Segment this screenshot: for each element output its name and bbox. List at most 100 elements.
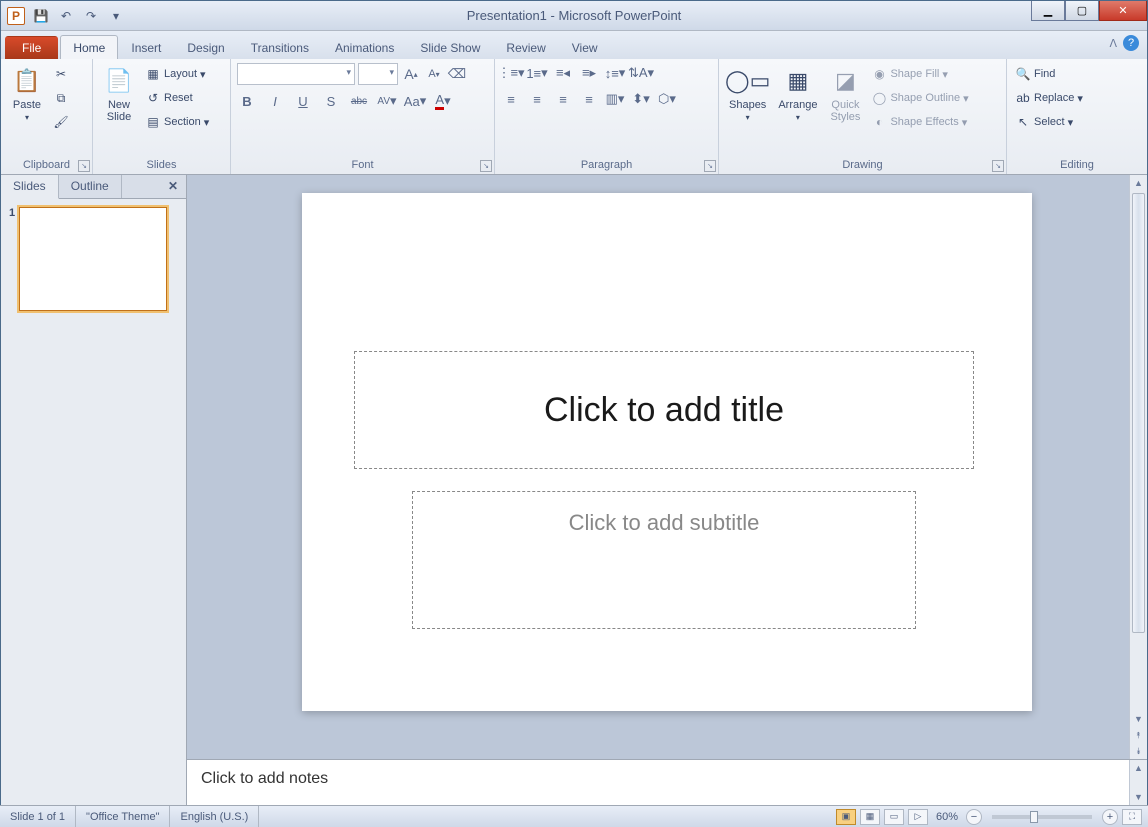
zoom-slider[interactable] — [992, 815, 1092, 819]
scroll-down-icon[interactable]: ▼ — [1130, 789, 1147, 805]
fit-to-window-button[interactable]: ⛶ — [1122, 809, 1142, 825]
font-size-combo[interactable] — [358, 63, 398, 85]
subtitle-placeholder[interactable]: Click to add subtitle — [412, 491, 916, 629]
copy-button[interactable]: ⧉ — [51, 87, 71, 109]
align-left-button[interactable]: ≡ — [501, 89, 521, 109]
text-direction-button[interactable]: ⇅A▾ — [631, 63, 651, 83]
arrange-button[interactable]: ▦Arrange▾ — [774, 63, 821, 124]
line-spacing-button[interactable]: ↕≡▾ — [605, 63, 625, 83]
minimize-ribbon-icon[interactable]: ᐱ — [1109, 37, 1117, 50]
notes-pane[interactable]: Click to add notes ▲ ▼ — [187, 759, 1147, 805]
justify-button[interactable]: ≡ — [579, 89, 599, 109]
numbering-button[interactable]: 1≡▾ — [527, 63, 547, 83]
shape-fill-button[interactable]: ◉Shape Fill ▾ — [869, 63, 970, 85]
align-text-button[interactable]: ⬍▾ — [631, 89, 651, 109]
columns-icon: ▥ — [606, 91, 618, 107]
zoom-out-button[interactable]: − — [966, 809, 982, 825]
format-painter-button[interactable]: 🖌 — [51, 111, 71, 133]
tab-home[interactable]: Home — [60, 35, 118, 59]
drawing-dialog-launcher[interactable]: ↘ — [992, 160, 1004, 172]
clipboard-dialog-launcher[interactable]: ↘ — [78, 160, 90, 172]
align-center-button[interactable]: ≡ — [527, 89, 547, 109]
close-button[interactable]: ✕ — [1099, 1, 1147, 21]
new-slide-button[interactable]: 📄 New Slide — [99, 63, 139, 125]
undo-button[interactable]: ↶ — [55, 5, 77, 27]
shadow-button[interactable]: S — [321, 91, 341, 111]
sidepane-tab-slides[interactable]: Slides — [1, 175, 59, 199]
tab-file[interactable]: File — [5, 36, 58, 59]
underline-button[interactable]: U — [293, 91, 313, 111]
char-spacing-button[interactable]: AV▾ — [377, 91, 397, 111]
slide-thumbnail[interactable] — [19, 207, 167, 311]
minimize-button[interactable]: ▁ — [1031, 1, 1065, 21]
tab-insert[interactable]: Insert — [118, 35, 174, 59]
tab-animations[interactable]: Animations — [322, 35, 407, 59]
qat-customize[interactable]: ▾ — [105, 5, 127, 27]
zoom-in-button[interactable]: + — [1102, 809, 1118, 825]
zoom-slider-thumb[interactable] — [1030, 811, 1038, 823]
grow-font-button[interactable]: A▴ — [401, 64, 421, 84]
tab-transitions[interactable]: Transitions — [238, 35, 322, 59]
maximize-button[interactable]: ▢ — [1065, 1, 1099, 21]
thumbnail-item[interactable]: 1 — [9, 207, 178, 311]
tab-slideshow[interactable]: Slide Show — [407, 35, 493, 59]
sidepane-tab-outline[interactable]: Outline — [59, 175, 122, 198]
quick-styles-button[interactable]: ◪Quick Styles — [825, 63, 865, 125]
scroll-up-icon[interactable]: ▲ — [1130, 760, 1147, 776]
layout-button[interactable]: ▦Layout ▾ — [143, 63, 211, 85]
italic-button[interactable]: I — [265, 91, 285, 111]
save-button[interactable]: 💾 — [30, 5, 52, 27]
select-button[interactable]: ↖Select ▾ — [1013, 111, 1085, 133]
scrollbar-thumb[interactable] — [1132, 193, 1145, 633]
shrink-font-button[interactable]: A▾ — [424, 64, 444, 84]
redo-button[interactable]: ↷ — [80, 5, 102, 27]
select-label: Select — [1034, 116, 1065, 128]
sorter-view-button[interactable]: ▦ — [860, 809, 880, 825]
section-button[interactable]: ▤Section ▾ — [143, 111, 211, 133]
tab-view[interactable]: View — [559, 35, 611, 59]
next-slide-icon[interactable]: ⯯ — [1130, 743, 1147, 759]
align-right-button[interactable]: ≡ — [553, 89, 573, 109]
status-language[interactable]: English (U.S.) — [170, 806, 259, 827]
columns-button[interactable]: ▥▾ — [605, 89, 625, 109]
change-case-button[interactable]: Aa▾ — [405, 91, 425, 111]
scroll-down-icon[interactable]: ▼ — [1130, 711, 1147, 727]
tab-design[interactable]: Design — [174, 35, 237, 59]
help-icon[interactable]: ? — [1123, 35, 1139, 51]
prev-slide-icon[interactable]: ⯭ — [1130, 727, 1147, 743]
vertical-scrollbar[interactable]: ▲ ▼ ⯭ ⯯ — [1129, 175, 1147, 759]
font-dialog-launcher[interactable]: ↘ — [480, 160, 492, 172]
bullets-button[interactable]: ⋮≡▾ — [501, 63, 521, 83]
tab-review[interactable]: Review — [493, 35, 558, 59]
sidepane-close-button[interactable]: ✕ — [160, 175, 186, 198]
status-theme[interactable]: "Office Theme" — [76, 806, 170, 827]
cut-button[interactable]: ✂ — [51, 63, 71, 85]
decrease-indent-button[interactable]: ≡◂ — [553, 63, 573, 83]
normal-view-button[interactable]: ▣ — [836, 809, 856, 825]
shape-outline-button[interactable]: ◯Shape Outline ▾ — [869, 87, 970, 109]
reading-view-button[interactable]: ▭ — [884, 809, 904, 825]
font-color-button[interactable]: A▾ — [433, 91, 453, 111]
shapes-button[interactable]: ◯▭Shapes▾ — [725, 63, 770, 124]
shape-effects-button[interactable]: ◐Shape Effects ▾ — [869, 111, 970, 133]
font-family-combo[interactable] — [237, 63, 355, 85]
replace-button[interactable]: abReplace ▾ — [1013, 87, 1085, 109]
find-button[interactable]: 🔍Find — [1013, 63, 1085, 85]
paragraph-dialog-launcher[interactable]: ↘ — [704, 160, 716, 172]
increase-indent-button[interactable]: ≡▸ — [579, 63, 599, 83]
notes-scrollbar[interactable]: ▲ ▼ — [1129, 760, 1147, 805]
slide[interactable]: Click to add title Click to add subtitle — [302, 193, 1032, 711]
slide-canvas-area[interactable]: Click to add title Click to add subtitle… — [187, 175, 1147, 759]
slideshow-view-button[interactable]: ▷ — [908, 809, 928, 825]
bold-button[interactable]: B — [237, 91, 257, 111]
zoom-level[interactable]: 60% — [936, 811, 958, 823]
paste-button[interactable]: 📋 Paste ▾ — [7, 63, 47, 124]
reset-button[interactable]: ↺Reset — [143, 87, 211, 109]
smartart-button[interactable]: ⬡▾ — [657, 89, 677, 109]
app-icon[interactable]: P — [5, 5, 27, 27]
clear-formatting-button[interactable]: ⌫ — [447, 64, 467, 84]
scroll-up-icon[interactable]: ▲ — [1130, 175, 1147, 191]
strike-button[interactable]: abc — [349, 91, 369, 111]
status-slide-number[interactable]: Slide 1 of 1 — [0, 806, 76, 827]
title-placeholder[interactable]: Click to add title — [354, 351, 974, 469]
